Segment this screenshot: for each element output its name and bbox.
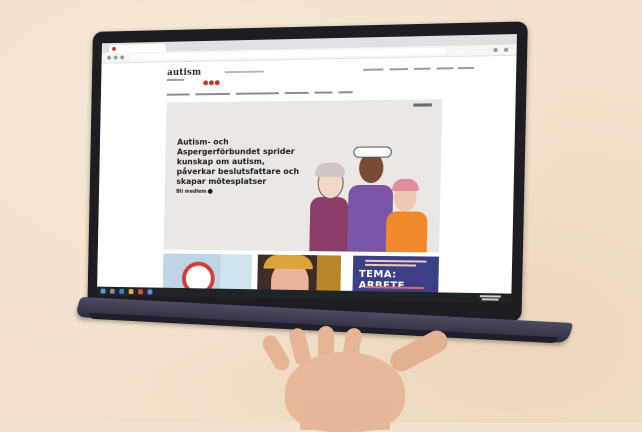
- site-tagline: [225, 71, 264, 74]
- taskbar-clock[interactable]: [480, 295, 501, 297]
- hero-banner: Autism- och Aspergerförbundet sprider ku…: [164, 99, 443, 252]
- logo-dots: [203, 70, 221, 89]
- favicon-icon: [112, 47, 116, 51]
- forward-icon[interactable]: [114, 56, 118, 60]
- hero-headline: Autism- och Aspergerförbundet sprider ku…: [176, 137, 305, 187]
- util-link-1[interactable]: [363, 68, 383, 70]
- nav-item-2[interactable]: [195, 93, 230, 95]
- reload-icon[interactable]: [120, 55, 124, 59]
- arrow-circle-icon: [208, 189, 213, 194]
- nav-item-6[interactable]: [339, 91, 353, 93]
- browser-profile-icon[interactable]: [504, 48, 508, 52]
- page-side-area: [443, 98, 515, 253]
- wrist: [300, 400, 390, 430]
- util-link-2[interactable]: [390, 68, 408, 70]
- site-header: autism: [101, 56, 517, 103]
- logo-subtitle: [167, 79, 184, 81]
- laptop-screen: autism Autism- och Aspergerförbundet spr…: [97, 34, 517, 303]
- edge-icon[interactable]: [119, 289, 124, 294]
- windows-start-icon[interactable]: [101, 289, 106, 294]
- folder-icon[interactable]: [129, 289, 134, 294]
- chrome-icon[interactable]: [138, 289, 143, 294]
- card-3-kicker: [365, 260, 426, 263]
- nav-item-1[interactable]: [167, 93, 190, 95]
- nav-item-3[interactable]: [236, 92, 279, 95]
- site-logo[interactable]: autism: [167, 68, 201, 78]
- card-3-kicker-2: [365, 264, 416, 267]
- back-icon[interactable]: [107, 56, 111, 60]
- laptop-lid: autism Autism- och Aspergerförbundet spr…: [87, 21, 528, 321]
- util-link-4[interactable]: [437, 67, 454, 69]
- nav-item-4[interactable]: [285, 92, 309, 94]
- hero-cta-link[interactable]: Bli medlem: [176, 189, 213, 195]
- card-3-title: TEMA: ARBETE: [359, 269, 439, 293]
- nav-item-5[interactable]: [315, 91, 333, 93]
- taskbar-date: [482, 298, 499, 300]
- search-icon[interactable]: [110, 289, 115, 294]
- browser-menu-icon[interactable]: [493, 48, 497, 52]
- hero-cta-label: Bli medlem: [176, 189, 206, 195]
- mail-icon[interactable]: [148, 289, 153, 294]
- util-link-5[interactable]: [457, 67, 474, 69]
- hero-label: [413, 103, 432, 106]
- portrait-hair: [264, 255, 314, 270]
- util-link-3[interactable]: [414, 68, 431, 70]
